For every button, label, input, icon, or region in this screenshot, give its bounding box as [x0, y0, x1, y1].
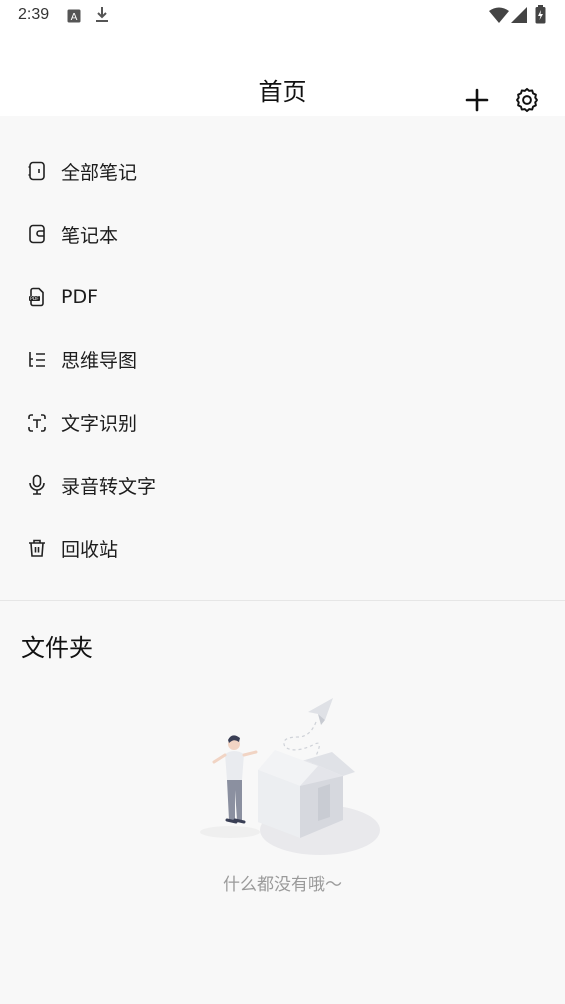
- menu-item-label: 笔记本: [61, 224, 119, 247]
- empty-state-illustration: [180, 692, 390, 867]
- status-time: 2:39: [18, 6, 50, 23]
- add-icon: [465, 88, 489, 112]
- divider: [0, 600, 565, 601]
- app-header: 首页: [0, 32, 565, 116]
- folder-section-title: 文件夹: [21, 634, 93, 662]
- settings-icon: [516, 87, 538, 113]
- pdf-icon: PDF: [26, 286, 48, 308]
- status-bar: 2:39 A: [0, 0, 565, 32]
- menu-item-voice-to-text[interactable]: 录音转文字: [0, 454, 565, 517]
- main-menu: 全部笔记 笔记本 PDF PDF 思维导图 文字识别 录音转文字 回收站: [0, 140, 565, 580]
- svg-text:PDF: PDF: [30, 296, 39, 302]
- mind-map-icon: [26, 349, 48, 371]
- text-recognition-icon: [26, 412, 48, 434]
- empty-state-text: 什么都没有哦～: [223, 875, 342, 895]
- menu-item-mind-map[interactable]: 思维导图: [0, 328, 565, 391]
- notebook-icon: [26, 223, 48, 245]
- all-notes-icon: [26, 160, 48, 182]
- menu-item-recycle-bin[interactable]: 回收站: [0, 517, 565, 580]
- wifi-icon: [489, 7, 509, 27]
- download-icon: [95, 6, 109, 28]
- trash-icon: [26, 537, 48, 559]
- menu-item-notebook[interactable]: 笔记本: [0, 203, 565, 266]
- menu-item-label: 思维导图: [61, 350, 138, 373]
- add-button[interactable]: [460, 83, 494, 117]
- menu-item-label: 回收站: [61, 538, 119, 561]
- menu-item-pdf[interactable]: PDF PDF: [0, 266, 565, 329]
- menu-item-label: PDF: [61, 285, 99, 308]
- font-notification-icon: A: [67, 8, 81, 27]
- menu-item-label: 文字识别: [61, 413, 138, 436]
- menu-item-all-notes[interactable]: 全部笔记: [0, 140, 565, 203]
- microphone-icon: [26, 474, 48, 496]
- cell-signal-icon: [511, 7, 527, 27]
- settings-button[interactable]: [510, 83, 544, 117]
- menu-item-label: 全部笔记: [61, 161, 138, 184]
- menu-item-text-recognition[interactable]: 文字识别: [0, 391, 565, 454]
- battery-charging-icon: [535, 5, 546, 28]
- svg-text:A: A: [71, 12, 78, 23]
- menu-item-label: 录音转文字: [61, 475, 157, 498]
